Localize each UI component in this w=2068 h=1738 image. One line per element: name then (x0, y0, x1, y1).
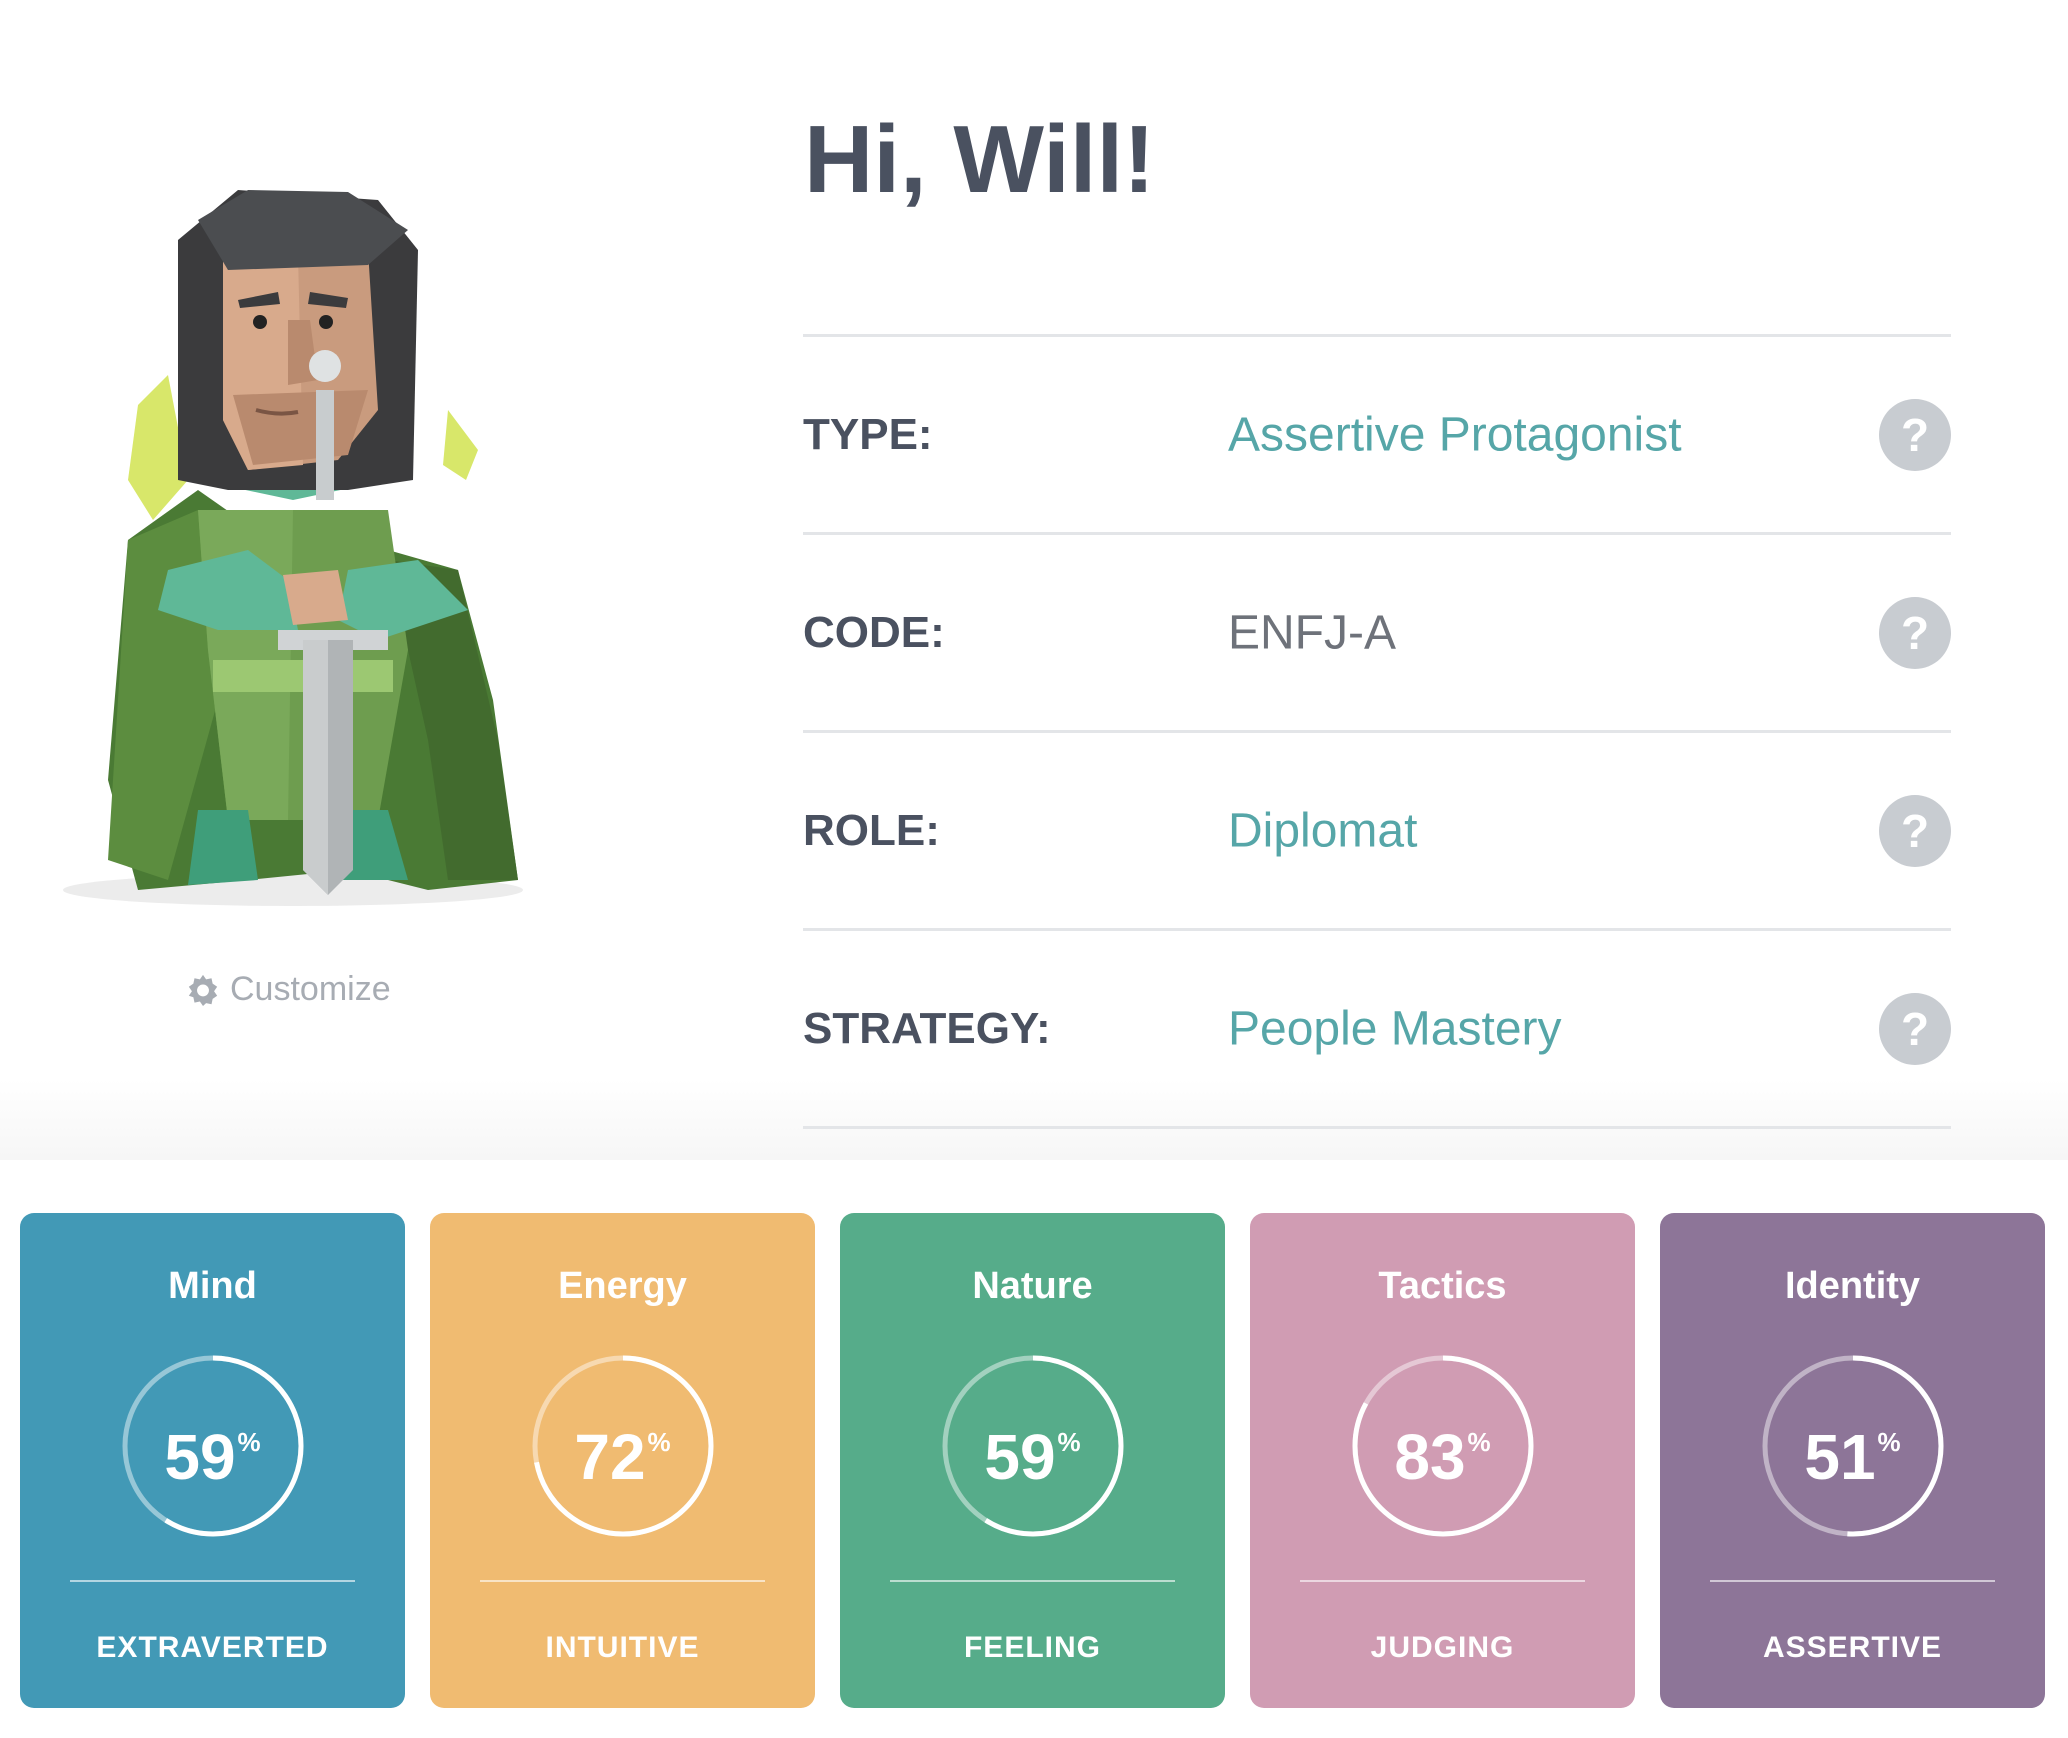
strategy-value-link[interactable]: People Mastery (1228, 1001, 1562, 1056)
type-help-icon[interactable]: ? (1879, 398, 1951, 471)
gear-icon (188, 974, 218, 1006)
trait-card-title: Mind (168, 1265, 257, 1307)
trait-percentage: 72% (430, 1425, 815, 1489)
type-label: TYPE: (803, 409, 933, 459)
profile-info-table: TYPE: Assertive Protagonist ? CODE: ENFJ… (803, 334, 1951, 1129)
strategy-label: STRATEGY: (803, 1003, 1051, 1053)
trait-card-nature[interactable]: Nature 59% FEELING (840, 1213, 1225, 1708)
trait-percentage: 83% (1250, 1425, 1635, 1489)
percent-sign: % (647, 1426, 671, 1457)
percentage-value: 72 (574, 1421, 646, 1493)
trait-card-title: Nature (972, 1265, 1093, 1307)
trait-card-tactics[interactable]: Tactics 83% JUDGING (1250, 1213, 1635, 1708)
role-row: ROLE: Diplomat ? (803, 730, 1951, 928)
type-value-link[interactable]: Assertive Protagonist (1228, 407, 1682, 462)
percentage-value: 59 (164, 1421, 236, 1493)
trait-card-identity[interactable]: Identity 51% ASSERTIVE (1660, 1213, 2045, 1708)
percent-sign: % (1467, 1426, 1491, 1457)
trait-percentage: 59% (840, 1425, 1225, 1489)
trait-cards: Mind 59% EXTRAVERTED Energy 72% INTUITIV… (20, 1213, 2046, 1708)
card-divider (890, 1580, 1175, 1582)
card-divider (70, 1580, 355, 1582)
trait-card-mind[interactable]: Mind 59% EXTRAVERTED (20, 1213, 405, 1708)
trait-name: EXTRAVERTED (96, 1631, 329, 1664)
role-label: ROLE: (803, 805, 940, 855)
trait-card-title: Tactics (1378, 1265, 1507, 1307)
percent-sign: % (1057, 1426, 1081, 1457)
percentage-value: 59 (984, 1421, 1056, 1493)
card-divider (480, 1580, 765, 1582)
trait-percentage: 59% (20, 1425, 405, 1489)
card-divider (1710, 1580, 1995, 1582)
strategy-help-icon[interactable]: ? (1879, 992, 1951, 1065)
strategy-row: STRATEGY: People Mastery ? (803, 928, 1951, 1129)
code-value: ENFJ-A (1228, 606, 1396, 659)
code-help-icon[interactable]: ? (1879, 596, 1951, 669)
greeting-heading: Hi, Will! (804, 106, 1156, 213)
trait-name: ASSERTIVE (1762, 1631, 1943, 1664)
trait-name: INTUITIVE (545, 1631, 700, 1664)
customize-label: Customize (230, 969, 391, 1008)
percentage-value: 83 (1394, 1421, 1466, 1493)
trait-card-title: Energy (558, 1265, 687, 1307)
trait-name: FEELING (963, 1631, 1101, 1664)
role-help-icon[interactable]: ? (1879, 794, 1951, 867)
customize-button[interactable]: Customize (186, 964, 391, 1014)
role-value-link[interactable]: Diplomat (1228, 803, 1417, 858)
percent-sign: % (1877, 1426, 1901, 1457)
trait-card-title: Identity (1784, 1265, 1921, 1307)
avatar-illustration (63, 190, 523, 906)
code-label: CODE: (803, 607, 945, 657)
trait-card-energy[interactable]: Energy 72% INTUITIVE (430, 1213, 815, 1708)
code-row: CODE: ENFJ-A ? (803, 532, 1951, 730)
percent-sign: % (237, 1426, 261, 1457)
percentage-value: 51 (1804, 1421, 1876, 1493)
trait-percentage: 51% (1660, 1425, 2045, 1489)
card-divider (1300, 1580, 1585, 1582)
type-row: TYPE: Assertive Protagonist ? (803, 334, 1951, 532)
trait-name: JUDGING (1370, 1631, 1515, 1664)
